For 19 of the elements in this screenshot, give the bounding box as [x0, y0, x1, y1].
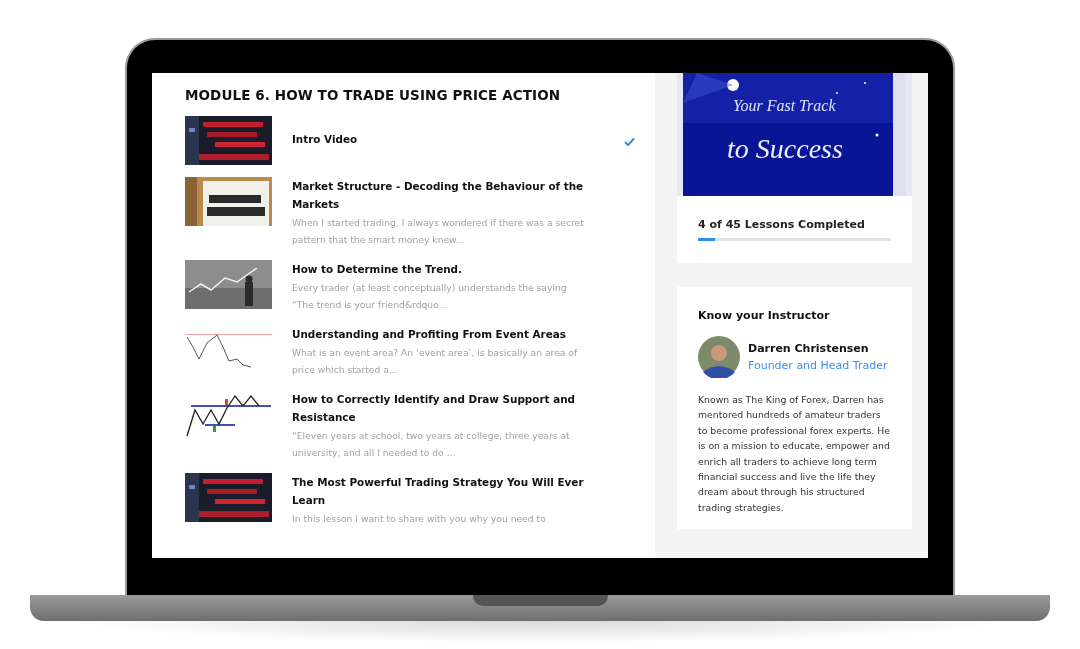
instructor-heading: Know your Instructor	[698, 309, 831, 322]
instructor-name: Darren Christensen	[748, 341, 870, 357]
instructor-role: Founder and Head Trader	[748, 358, 888, 374]
progress-label: 4 of 45 Lessons Completed	[698, 218, 866, 231]
lesson-title[interactable]: Intro Video	[292, 130, 586, 148]
lesson-excerpt: “Eleven years at school, two years at college, three years at university, and all I needed to do ...	[292, 429, 571, 460]
lesson-excerpt: What is an event area? An ‘event area’, is basically an area of price which started a...	[292, 346, 579, 377]
lesson-title[interactable]: How to Correctly Identify and Draw Support and Resistance	[292, 390, 586, 426]
banner-tagline: Your Fast Track	[733, 97, 836, 115]
lesson-title[interactable]: How to Determine the Trend.	[292, 260, 586, 278]
banner-title: to Success	[727, 133, 843, 165]
lesson-title[interactable]: The Most Powerful Trading Strategy You Will Ever Learn	[292, 473, 586, 509]
lesson-title[interactable]: Understanding and Profiting From Event Areas	[292, 325, 586, 343]
lesson-title[interactable]: Market Structure - Decoding the Behaviour of the Markets	[292, 177, 586, 213]
lesson-excerpt: Every trader (at least conceptually) understands the saying “The trend is your friend&rdquo...	[292, 281, 568, 312]
avatar	[698, 336, 740, 378]
lesson-excerpt: In this lesson I want to share with you why you need to	[292, 512, 547, 526]
module-title: MODULE 6. HOW TO TRADE USING PRICE ACTION	[185, 87, 562, 103]
instructor-bio: Known as The King of Forex, Darren has mentored hundreds of amateur traders to become professional forex experts. He is on a mission to educate, empower and enrich all traders to achieve long term financial success and live the life they dream about through his structured trading strategies.	[698, 393, 891, 515]
